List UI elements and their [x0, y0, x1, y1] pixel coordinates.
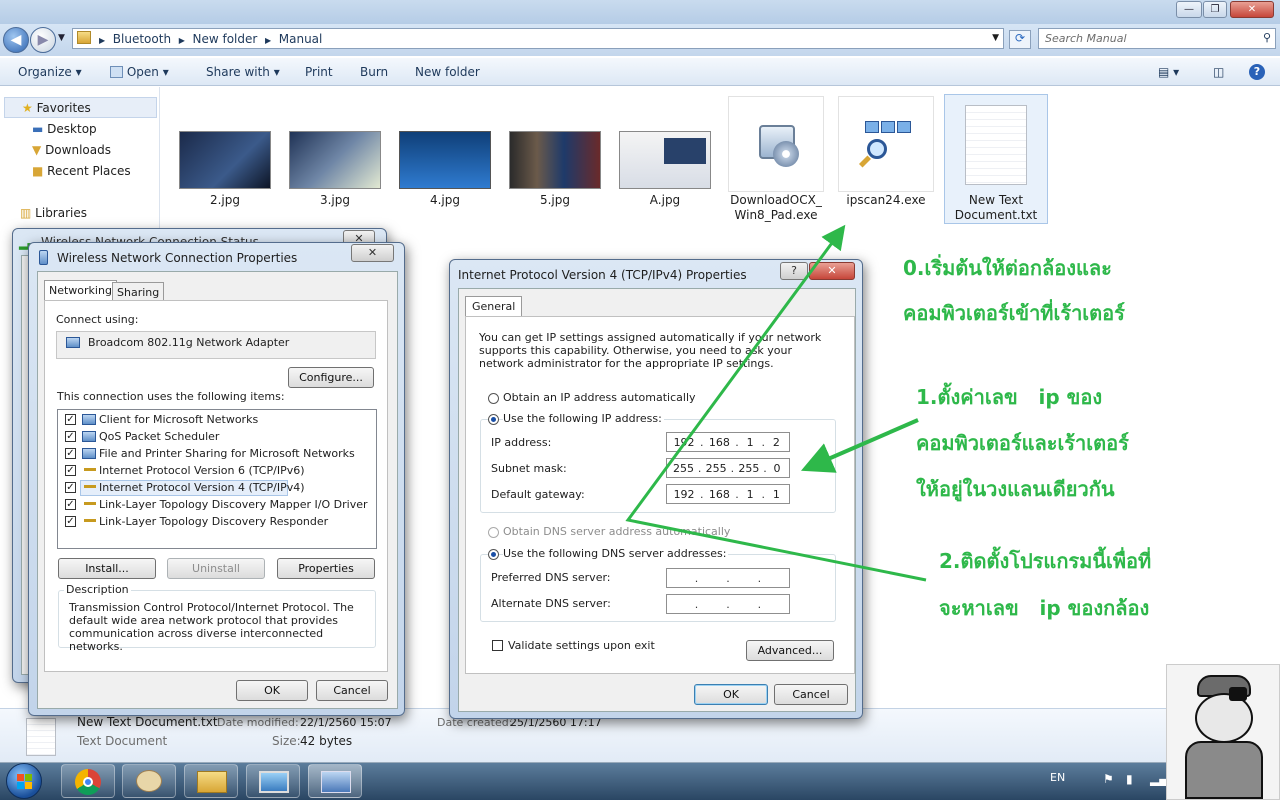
step2-line1: 2.ติดตั้งโปรแกรมนี้เพื่อที่ [939, 549, 1152, 573]
arrow-to-ip-fields [800, 418, 919, 473]
step2-line2: จะหาเลข ip ของกล้อง [939, 596, 1150, 620]
step1-line3: ให้อยู่ในวงแลนเดียวกัน [916, 477, 1115, 501]
step0-line1: 0.เริ่มต้นให้ต่อกล้องและ [903, 256, 1112, 280]
arrow-to-ipscan [625, 224, 927, 582]
camera-icon [1229, 687, 1247, 701]
mascot-body [1185, 741, 1263, 799]
step0-line2: คอมพิวเตอร์เข้าที่เร้าเตอร์ [903, 301, 1125, 325]
step1-line2: คอมพิวเตอร์และเร้าเตอร์ [916, 431, 1129, 455]
cartoon-mascot-image [1166, 664, 1280, 800]
step1-line1: 1.ตั้งค่าเลข ip ของ [916, 385, 1103, 409]
